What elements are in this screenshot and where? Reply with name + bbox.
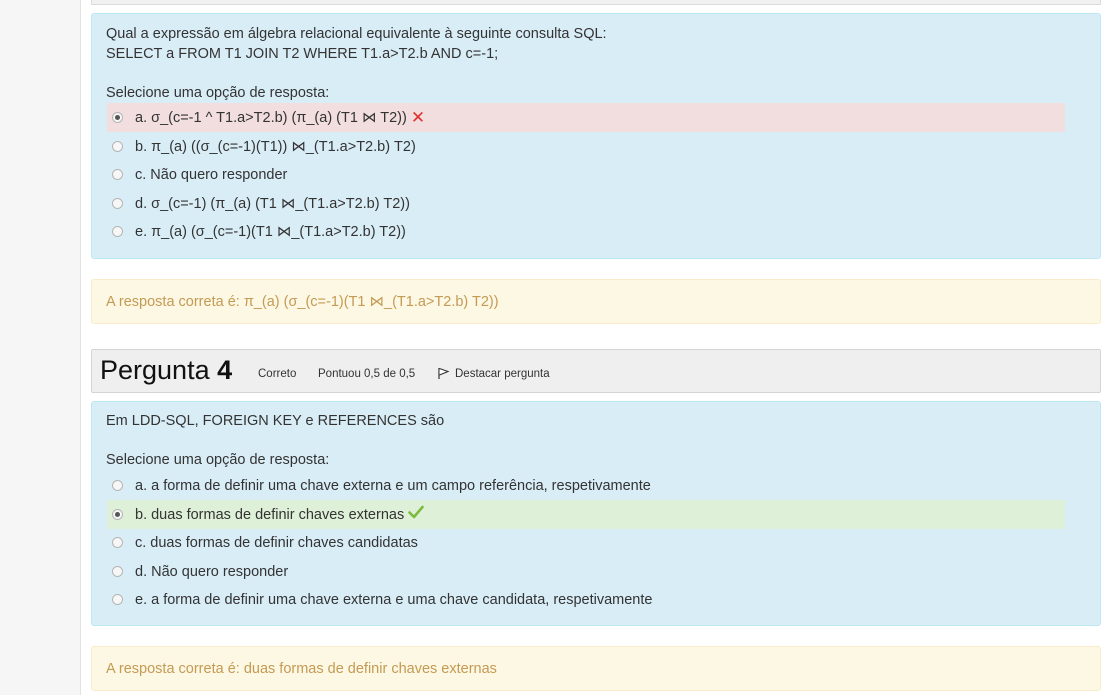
left-sidebar [0,0,81,695]
question-3-option-b[interactable]: b. π_(a) ((σ_(c=-1)(T1)) ⋈_(T1.a>T2.b) T… [107,132,1065,161]
question-4-right-answer: A resposta correta é: duas formas de def… [106,660,497,677]
radio-button[interactable] [112,594,123,605]
question-4-feedback: A resposta correta é: duas formas de def… [91,646,1101,691]
question-3-option-e[interactable]: e. π_(a) (σ_(c=-1)(T1 ⋈_(T1.a>T2.b) T2)) [107,217,1065,246]
question-4-text: Em LDD-SQL, FOREIGN KEY e REFERENCES são [106,413,445,429]
option-label: a. a forma de definir uma chave externa … [135,477,651,494]
flag-icon [438,367,450,379]
question-3-option-c[interactable]: c. Não quero responder [107,160,1065,189]
question-4-prompt: Selecione uma opção de resposta: [106,452,330,468]
question-3-option-d[interactable]: d. σ_(c=-1) (π_(a) (T1 ⋈_(T1.a>T2.b) T2)… [107,189,1065,218]
option-label: c. duas formas de definir chaves candida… [135,534,418,551]
question-3-option-a[interactable]: a. σ_(c=-1 ^ T1.a>T2.b) (π_(a) (T1 ⋈ T2)… [107,103,1065,132]
question-3-content: Qual a expressão em álgebra relacional e… [91,13,1101,259]
option-label: a. σ_(c=-1 ^ T1.a>T2.b) (π_(a) (T1 ⋈ T2)… [135,109,407,126]
option-label: b. duas formas de definir chaves externa… [135,506,405,523]
question-4-option-e[interactable]: e. a forma de definir uma chave externa … [107,585,1065,614]
x-icon: ✕ [410,108,426,127]
option-label: d. σ_(c=-1) (π_(a) (T1 ⋈_(T1.a>T2.b) T2)… [135,195,410,212]
question-3-text: Qual a expressão em álgebra relacional e… [106,24,607,64]
option-label: b. π_(a) ((σ_(c=-1)(T1)) ⋈_(T1.a>T2.b) T… [135,138,416,155]
radio-button[interactable] [112,112,123,123]
question-3-right-answer: A resposta correta é: π_(a) (σ_(c=-1)(T1… [106,293,499,310]
radio-button[interactable] [112,169,123,180]
flag-question-label: Destacar pergunta [455,367,550,380]
radio-button[interactable] [112,141,123,152]
option-label: e. a forma de definir uma chave externa … [135,591,653,608]
radio-button[interactable] [112,198,123,209]
radio-button[interactable] [112,509,123,520]
radio-button[interactable] [112,226,123,237]
previous-question-bottom-edge [91,0,1101,5]
question-number-prefix: Pergunta [100,355,210,385]
question-number-value: 4 [217,355,233,385]
radio-button[interactable] [112,537,123,548]
question-3-feedback: A resposta correta é: π_(a) (σ_(c=-1)(T1… [91,279,1101,324]
question-4-content: Em LDD-SQL, FOREIGN KEY e REFERENCES são… [91,401,1101,626]
question-4-option-a[interactable]: a. a forma de definir uma chave externa … [107,471,1065,500]
question-3-prompt: Selecione uma opção de resposta: [106,85,330,101]
option-label: c. Não quero responder [135,166,288,183]
question-grade: Pontuou 0,5 de 0,5 [318,368,416,380]
radio-button[interactable] [112,480,123,491]
check-icon [408,505,425,524]
question-3-sql: SELECT a FROM T1 JOIN T2 WHERE T1.a>T2.b… [106,46,499,62]
question-4-option-b[interactable]: b. duas formas de definir chaves externa… [107,500,1065,529]
option-label: d. Não quero responder [135,563,289,580]
question-4-option-d[interactable]: d. Não quero responder [107,557,1065,586]
question-3-text-line1: Qual a expressão em álgebra relacional e… [106,26,607,42]
radio-button[interactable] [112,566,123,577]
option-label: e. π_(a) (σ_(c=-1)(T1 ⋈_(T1.a>T2.b) T2)) [135,223,406,240]
question-4-option-c[interactable]: c. duas formas de definir chaves candida… [107,528,1065,557]
flag-question-link[interactable]: Destacar pergunta [437,367,550,380]
question-number: Pergunta 4 [100,355,232,386]
question-state: Correto [258,368,297,380]
question-4-header: Pergunta 4 Correto Pontuou 0,5 de 0,5 De… [91,349,1101,393]
